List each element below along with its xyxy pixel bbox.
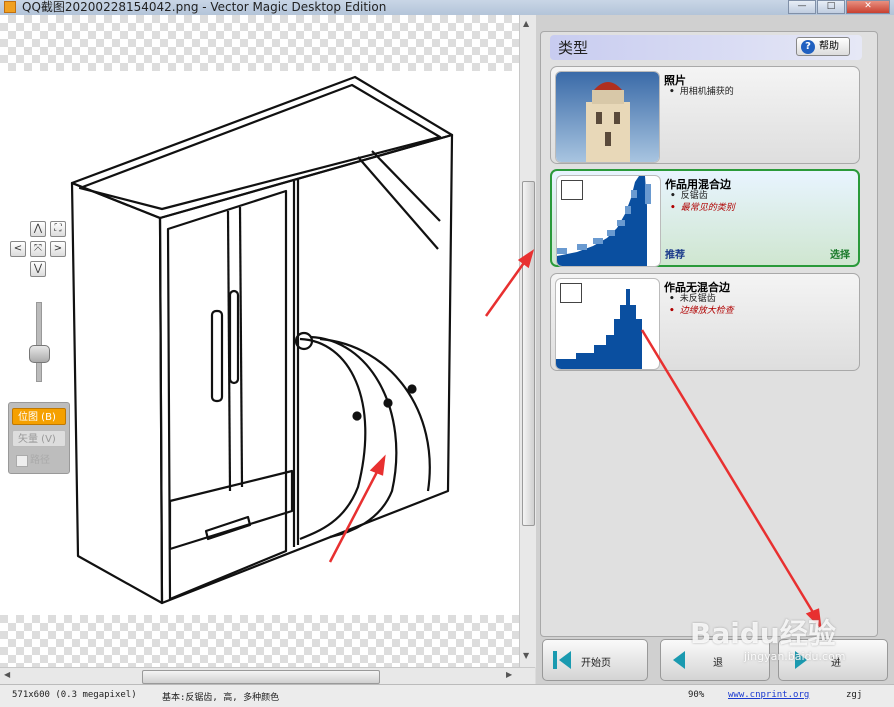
type-panel: 类型 ? 帮助 照片 用相 (536, 15, 894, 685)
vertical-scroll-thumb[interactable] (522, 181, 535, 526)
vector-mode-button[interactable]: 矢量 (V) (12, 430, 66, 447)
checkbox-icon (16, 455, 28, 467)
pan-down-button[interactable]: ⋁ (30, 261, 46, 277)
pan-up-button[interactable]: ⋀ (30, 221, 46, 237)
center-view-button[interactable]: ⤧ (30, 241, 46, 257)
zoom-status: 90% (688, 690, 705, 700)
website-link[interactable]: www.cnprint.org (728, 690, 809, 700)
watermark-url: jingyan.baidu.com (744, 650, 846, 663)
select-link[interactable]: 选择 (830, 246, 850, 261)
close-button[interactable]: ✕ (846, 0, 890, 14)
minimize-button[interactable]: — (788, 0, 816, 14)
scroll-right-arrow-icon[interactable]: ▶ (506, 670, 512, 679)
view-mode-panel: 位图 (B) 矢量 (V) 路径 (8, 402, 70, 474)
help-icon: ? (801, 40, 815, 54)
title-bar: QQ截图20200228154042.png - Vector Magic De… (0, 0, 894, 15)
maximize-button[interactable]: □ (817, 0, 845, 14)
app-icon (4, 1, 16, 13)
card-bullet: 反锯齿 (670, 190, 735, 202)
bitmap-mode-button[interactable]: 位图 (B) (12, 408, 66, 425)
card-bullet: 用相机捕获的 (669, 86, 734, 98)
help-label: 帮助 (819, 41, 839, 52)
blended-art-thumbnail (556, 175, 661, 267)
image-icon (560, 283, 582, 303)
pan-left-button[interactable]: < (10, 241, 26, 257)
start-page-icon (553, 651, 571, 669)
pan-right-button[interactable]: > (50, 241, 66, 257)
zoom-slider-track[interactable] (36, 302, 42, 382)
back-arrow-icon (673, 651, 685, 669)
horizontal-scroll-thumb[interactable] (142, 670, 380, 684)
vertical-scrollbar[interactable]: ▲ ▼ (519, 15, 536, 667)
type-card-art-unblended[interactable]: 作品无混合边 未反锯齿 边缘放大检查 (550, 273, 860, 371)
watermark-brand: Baidu经验 (690, 617, 836, 650)
image-icon (561, 180, 583, 200)
card-bullet-highlight: 边缘放大检查 (669, 305, 734, 317)
scroll-down-arrow-icon[interactable]: ▼ (523, 651, 529, 660)
path-mode-label: 路径 (30, 455, 50, 466)
image-size-status: 571x600 (0.3 megapixel) (12, 690, 137, 700)
path-mode-checkbox[interactable]: 路径 (12, 452, 66, 469)
panel-title: 类型 (558, 39, 589, 57)
user-status: zgj (846, 690, 863, 700)
photo-thumbnail (555, 71, 660, 163)
scroll-up-arrow-icon[interactable]: ▲ (523, 19, 529, 28)
back-label: 退 (713, 658, 723, 669)
type-header: 类型 ? 帮助 (550, 35, 862, 60)
recommend-label: 推荐 (665, 250, 685, 261)
horizontal-scrollbar[interactable]: ◀ ▶ (0, 667, 535, 685)
unblended-art-thumbnail (555, 278, 660, 370)
help-button[interactable]: ? 帮助 (796, 37, 850, 56)
card-bullet: 未反锯齿 (669, 293, 734, 305)
wardrobe-image (0, 71, 519, 615)
start-page-label: 开始页 (581, 658, 611, 669)
window-title: QQ截图20200228154042.png - Vector Magic De… (22, 0, 387, 14)
zoom-slider-thumb[interactable] (29, 345, 50, 363)
start-page-button[interactable]: 开始页 (542, 639, 648, 681)
type-card-photo[interactable]: 照片 用相机捕获的 (550, 66, 860, 164)
type-card-art-blended[interactable]: 作品用混合边 反锯齿 最常见的类别 推荐 选择 (550, 169, 860, 267)
scroll-left-arrow-icon[interactable]: ◀ (4, 670, 10, 679)
status-bar: 571x600 (0.3 megapixel) 基本:反锯齿, 高, 多种颜色 … (0, 684, 894, 707)
image-canvas[interactable] (0, 15, 519, 667)
fit-view-button[interactable]: ⛶ (50, 221, 66, 237)
settings-status: 基本:反锯齿, 高, 多种颜色 (162, 693, 280, 703)
card-bullet-highlight: 最常见的类别 (670, 202, 735, 214)
